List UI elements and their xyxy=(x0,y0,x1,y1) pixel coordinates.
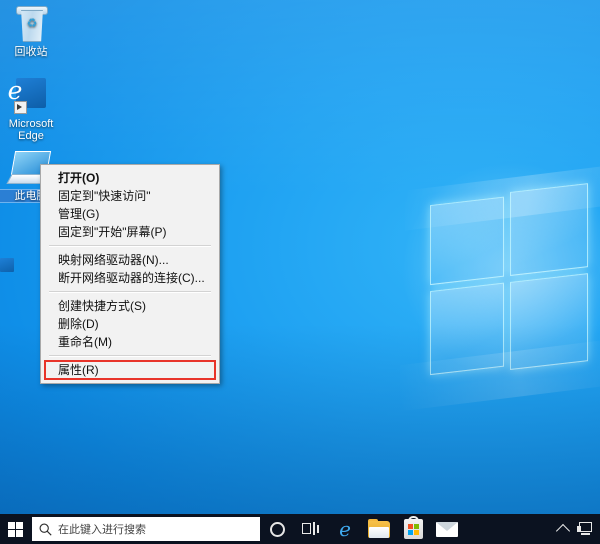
file-explorer-icon xyxy=(368,518,390,538)
store-icon xyxy=(403,516,423,539)
edge-icon: e xyxy=(0,76,62,116)
context-menu-separator xyxy=(49,291,211,293)
context-menu-separator xyxy=(49,245,211,247)
context-menu-item-disconnect-network-drive[interactable]: 断开网络驱动器的连接(C)... xyxy=(41,269,219,287)
hero-pane-top-right xyxy=(510,183,588,276)
cortana-button[interactable] xyxy=(260,514,294,544)
desktop-icon-edge[interactable]: e Microsoft Edge xyxy=(0,76,62,142)
desktop-icon-recycle-bin[interactable]: ♻ 回收站 xyxy=(0,4,62,58)
recycle-bin-icon: ♻ xyxy=(0,4,62,44)
context-menu-item-pin-quick-access[interactable]: 固定到"快速访问" xyxy=(41,187,219,205)
task-view-button[interactable] xyxy=(294,514,328,544)
context-menu[interactable]: 打开(O) 固定到"快速访问" 管理(G) 固定到"开始"屏幕(P) 映射网络驱… xyxy=(40,164,220,384)
context-menu-item-delete[interactable]: 删除(D) xyxy=(41,315,219,333)
taskbar-item-mail[interactable] xyxy=(430,514,464,544)
hero-pane-top-left xyxy=(430,196,504,286)
context-menu-item-create-shortcut[interactable]: 创建快捷方式(S) xyxy=(41,297,219,315)
search-input[interactable]: 在此键入进行搜索 xyxy=(32,517,260,541)
screen: ♻ 回收站 e Microsoft Edge 此电脑 打开(O) 固定到"快速访… xyxy=(0,0,600,544)
hero-pane-bottom-left xyxy=(430,282,504,376)
context-menu-item-rename[interactable]: 重命名(M) xyxy=(41,333,219,351)
taskbar-item-edge[interactable]: e xyxy=(328,514,362,544)
mail-icon xyxy=(436,521,458,537)
start-button[interactable] xyxy=(0,514,30,544)
desktop-icon-label: Microsoft Edge xyxy=(8,118,54,142)
desktop-icon-label: 回收站 xyxy=(14,46,48,58)
context-menu-separator xyxy=(49,355,211,357)
context-menu-item-map-network-drive[interactable]: 映射网络驱动器(N)... xyxy=(41,251,219,269)
search-icon xyxy=(32,517,58,541)
cortana-icon xyxy=(269,521,285,537)
network-status-button[interactable] xyxy=(574,514,596,544)
show-hidden-icons-button[interactable] xyxy=(552,514,574,544)
taskbar-item-file-explorer[interactable] xyxy=(362,514,396,544)
context-menu-item-properties[interactable]: 属性(R) xyxy=(44,360,216,380)
context-menu-item-manage[interactable]: 管理(G) xyxy=(41,205,219,223)
system-tray xyxy=(552,514,600,544)
hero-pane-bottom-right xyxy=(510,273,588,370)
search-placeholder-text: 在此键入进行搜索 xyxy=(58,524,146,536)
taskbar-item-store[interactable] xyxy=(396,514,430,544)
edge-icon: e xyxy=(339,516,351,541)
partially-hidden-desktop-icon[interactable] xyxy=(0,258,14,272)
chevron-up-icon xyxy=(555,523,571,538)
windows-hero-logo xyxy=(430,183,590,377)
taskbar: 在此键入进行搜索 e xyxy=(0,514,600,544)
context-menu-item-pin-to-start[interactable]: 固定到"开始"屏幕(P) xyxy=(41,223,219,241)
windows-logo-icon xyxy=(7,521,23,537)
context-menu-item-open[interactable]: 打开(O) xyxy=(41,169,219,187)
network-icon xyxy=(576,522,594,536)
task-view-icon xyxy=(302,522,320,536)
shortcut-overlay-icon xyxy=(14,101,27,114)
